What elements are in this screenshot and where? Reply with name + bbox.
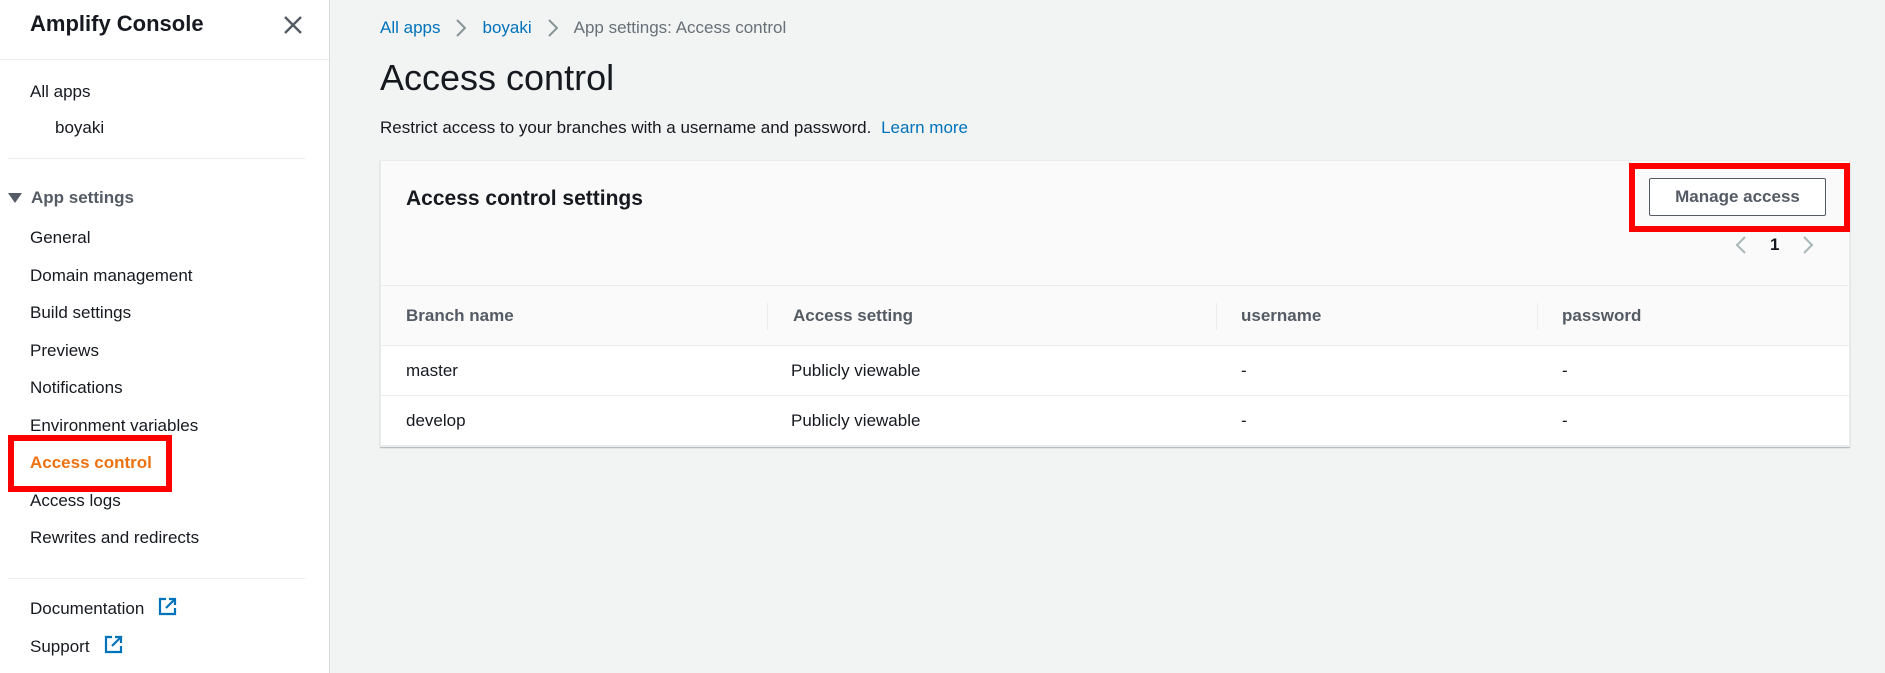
cell-password: - bbox=[1562, 411, 1568, 430]
sidebar-item-general[interactable]: General bbox=[30, 228, 90, 248]
access-table: Branch name Access setting username pass… bbox=[381, 285, 1849, 446]
breadcrumb-current: App settings: Access control bbox=[573, 18, 787, 37]
caret-down-icon bbox=[8, 193, 22, 203]
sidebar-item-support[interactable]: Support bbox=[30, 635, 123, 659]
sidebar-item-documentation[interactable]: Documentation bbox=[30, 597, 177, 621]
sidebar: Amplify Console All apps boyaki App sett… bbox=[0, 0, 330, 673]
sidebar-item-previews[interactable]: Previews bbox=[30, 341, 99, 361]
cell-access-setting: Publicly viewable bbox=[791, 411, 921, 430]
section-label: App settings bbox=[31, 188, 134, 207]
chevron-left-icon[interactable] bbox=[1735, 235, 1747, 255]
documentation-label: Documentation bbox=[30, 599, 145, 618]
cell-branch-name: develop bbox=[406, 411, 466, 430]
breadcrumb-app[interactable]: boyaki bbox=[482, 18, 531, 38]
sidebar-item-domain-management[interactable]: Domain management bbox=[30, 266, 193, 286]
column-header-username: username bbox=[1241, 306, 1322, 325]
sidebar-item-all-apps[interactable]: All apps bbox=[30, 82, 90, 102]
close-icon[interactable] bbox=[280, 12, 306, 38]
pagination: 1 bbox=[1735, 235, 1814, 255]
external-link-icon bbox=[158, 597, 177, 621]
page-title: Access control bbox=[380, 57, 615, 98]
app-settings-toggle[interactable]: App settings bbox=[8, 188, 134, 208]
cell-access-setting: Publicly viewable bbox=[791, 361, 921, 380]
sidebar-item-rewrites-and-redirects[interactable]: Rewrites and redirects bbox=[30, 528, 199, 548]
external-link-icon bbox=[104, 635, 123, 659]
sidebar-item-access-logs[interactable]: Access logs bbox=[30, 491, 121, 511]
breadcrumb-all-apps[interactable]: All apps bbox=[380, 18, 440, 38]
column-header-password: password bbox=[1562, 306, 1642, 325]
sidebar-divider bbox=[8, 158, 305, 159]
table-header: Branch name Access setting username pass… bbox=[381, 285, 1849, 346]
support-label: Support bbox=[30, 637, 90, 656]
table-row: develop Publicly viewable - - bbox=[381, 396, 1849, 446]
access-control-panel: Access control settings Manage access 1 … bbox=[380, 160, 1850, 447]
cell-username: - bbox=[1241, 361, 1247, 380]
breadcrumb: All apps boyaki App settings: Access con… bbox=[380, 18, 786, 38]
chevron-right-icon[interactable] bbox=[1802, 235, 1814, 255]
sidebar-item-environment-variables[interactable]: Environment variables bbox=[30, 416, 198, 436]
sidebar-item-app[interactable]: boyaki bbox=[55, 118, 104, 138]
chevron-right-icon bbox=[547, 19, 558, 37]
cell-username: - bbox=[1241, 411, 1247, 430]
chevron-right-icon bbox=[456, 19, 467, 37]
page-number[interactable]: 1 bbox=[1770, 235, 1779, 255]
sidebar-item-notifications[interactable]: Notifications bbox=[30, 378, 123, 398]
sidebar-divider bbox=[8, 578, 305, 579]
description-text: Restrict access to your branches with a … bbox=[380, 118, 872, 137]
cell-password: - bbox=[1562, 361, 1568, 380]
sidebar-item-access-control[interactable]: Access control bbox=[30, 453, 152, 473]
column-header-branch-name: Branch name bbox=[406, 306, 514, 325]
page-description: Restrict access to your branches with a … bbox=[380, 118, 968, 138]
column-divider bbox=[1216, 303, 1217, 330]
column-divider bbox=[1537, 303, 1538, 330]
cell-branch-name: master bbox=[406, 361, 458, 380]
sidebar-header: Amplify Console bbox=[0, 0, 329, 60]
sidebar-title: Amplify Console bbox=[30, 11, 204, 36]
column-header-access-setting: Access setting bbox=[793, 306, 913, 325]
sidebar-item-build-settings[interactable]: Build settings bbox=[30, 303, 131, 323]
learn-more-link[interactable]: Learn more bbox=[881, 118, 968, 137]
manage-access-button[interactable]: Manage access bbox=[1649, 178, 1826, 216]
column-divider bbox=[767, 303, 768, 330]
panel-title: Access control settings bbox=[406, 187, 643, 210]
table-row: master Publicly viewable - - bbox=[381, 346, 1849, 396]
